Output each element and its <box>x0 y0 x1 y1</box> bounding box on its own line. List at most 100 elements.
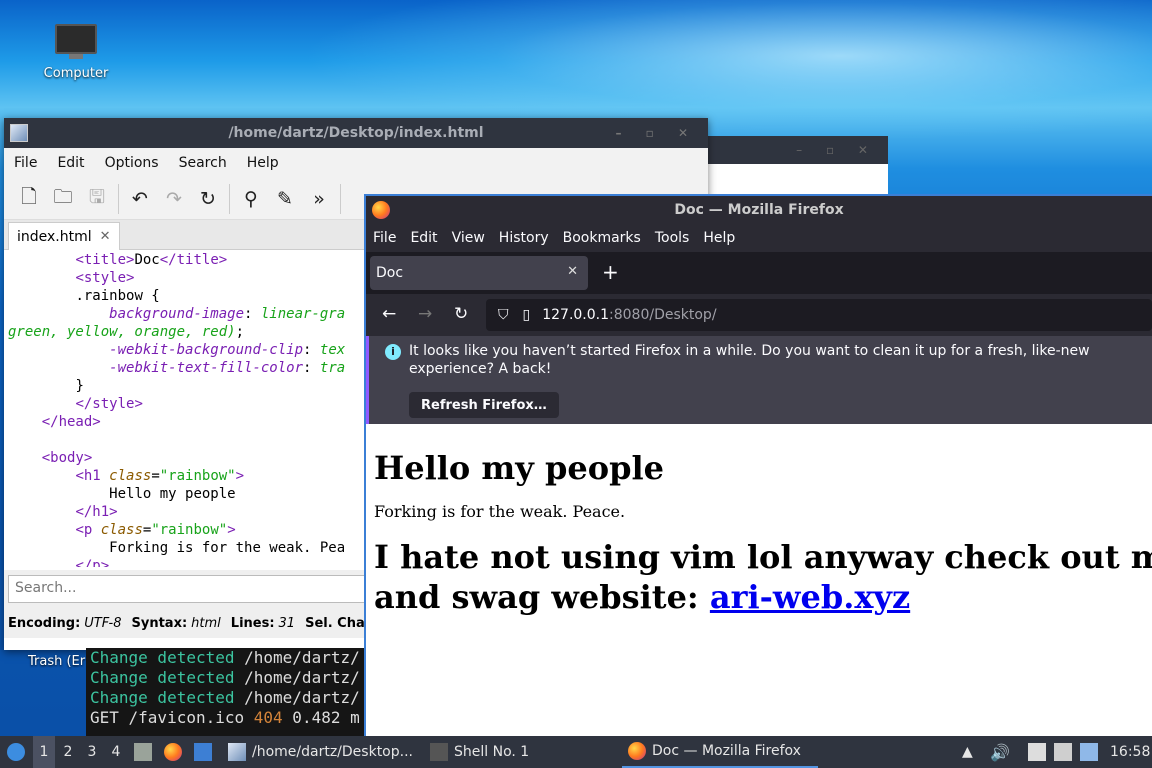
toolbar-divider <box>118 183 119 214</box>
task-firefox[interactable]: Doc — Mozilla Firefox <box>622 736 818 768</box>
terminal-task-icon <box>430 743 448 761</box>
firefox-tabstrip: Doc ✕ + <box>366 252 1152 294</box>
firefox-navbar: ← → ↻ ⛉ ▯ 127.0.0.1:8080/Desktop/ <box>366 294 1152 336</box>
workspace-2[interactable]: 2 <box>57 736 79 768</box>
desktop-icon-computer[interactable]: Computer <box>34 24 118 81</box>
syntax-label: Syntax: <box>131 615 188 631</box>
task-editor[interactable]: /home/dartz/Desktop... <box>222 736 419 768</box>
info-icon: i <box>385 344 401 360</box>
menu-search[interactable]: Search <box>179 155 227 171</box>
clipboard-icon[interactable] <box>1028 736 1046 768</box>
menu-edit[interactable]: Edit <box>57 155 84 171</box>
editor-titlebar[interactable]: /home/dartz/Desktop/index.html – ▫ ✕ <box>4 118 708 148</box>
open-folder-icon[interactable]: 🗀 <box>46 182 80 216</box>
url-path: :8080/Desktop/ <box>609 307 717 323</box>
url-bar[interactable]: ⛉ ▯ 127.0.0.1:8080/Desktop/ <box>486 299 1152 331</box>
lines-label: Lines: <box>230 615 275 631</box>
encoding-value: UTF-8 <box>84 615 122 631</box>
back-arrow-icon[interactable]: ← <box>382 304 396 324</box>
firefox-task-icon <box>628 742 646 760</box>
page-heading-1: Hello my people <box>374 449 664 487</box>
page-paragraph: Forking is for the weak. Peace. <box>374 502 626 521</box>
close-tab-icon[interactable]: ✕ <box>567 264 578 279</box>
page-heading-2: I hate not using vim lol anyway check ou… <box>374 538 1152 616</box>
close-tab-icon[interactable]: ✕ <box>100 229 111 244</box>
menu-help[interactable]: Help <box>247 155 279 171</box>
lines-value: 31 <box>278 615 296 631</box>
show-desktop-icon[interactable] <box>194 736 212 768</box>
find-icon[interactable]: ⚲ <box>234 182 268 216</box>
ff-menu-view[interactable]: View <box>452 230 485 246</box>
file-manager-icon[interactable] <box>134 736 152 768</box>
firefox-logo-icon <box>372 201 390 219</box>
undo-icon[interactable]: ↶ <box>123 182 157 216</box>
ff-menu-edit[interactable]: Edit <box>410 230 437 246</box>
ff-menu-history[interactable]: History <box>499 230 549 246</box>
workspace-1[interactable]: 1 <box>33 736 55 768</box>
url-host: 127.0.0.1 <box>542 307 610 323</box>
terminal-line: GET /favicon.ico 404 0.482 m <box>90 708 360 727</box>
save-icon[interactable]: 🖫 <box>80 182 114 216</box>
terminal-line: Change detected /home/dartz/ <box>90 648 360 667</box>
computer-icon-label: Computer <box>43 66 109 81</box>
firefox-launcher-icon[interactable] <box>164 736 182 768</box>
menu-file[interactable]: File <box>14 155 37 171</box>
background-window[interactable]: – ▫ ✕ <box>706 136 888 196</box>
tab-doc[interactable]: Doc ✕ <box>370 256 588 290</box>
notification-icon[interactable] <box>1080 736 1098 768</box>
refresh-firefox-button[interactable]: Refresh Firefox… <box>409 392 559 418</box>
terminal-window[interactable]: Change detected /home/dartz/Change detec… <box>86 648 376 736</box>
toolbar-divider <box>340 183 341 214</box>
syntax-value: html <box>191 615 221 631</box>
terminal-line: Change detected /home/dartz/ <box>90 668 360 687</box>
more-chevron-icon[interactable]: » <box>302 182 336 216</box>
new-file-icon[interactable]: 🗋 <box>12 182 46 216</box>
firefox-title: Doc — Mozilla Firefox <box>674 202 844 218</box>
redo-icon[interactable]: ↷ <box>157 182 191 216</box>
trash-icon-label: Trash (Er <box>28 654 86 669</box>
ff-menu-tools[interactable]: Tools <box>655 230 690 246</box>
clock[interactable]: 16:58 <box>1110 736 1150 768</box>
firefox-window: Doc — Mozilla Firefox File Edit View His… <box>364 194 1152 736</box>
start-menu-icon[interactable] <box>4 736 28 768</box>
firefox-titlebar[interactable]: Doc — Mozilla Firefox <box>366 196 1152 224</box>
refresh-notification: i It looks like you haven’t started Fire… <box>366 336 1152 424</box>
page-info-icon[interactable]: ▯ <box>523 307 531 323</box>
ari-web-link[interactable]: ari-web.xyz <box>710 578 910 616</box>
editor-task-icon <box>228 743 246 761</box>
forward-arrow-icon[interactable]: → <box>418 304 432 324</box>
ff-menu-help[interactable]: Help <box>703 230 735 246</box>
workspace-4[interactable]: 4 <box>105 736 127 768</box>
tab-label: index.html <box>17 228 92 245</box>
reload-icon[interactable]: ↻ <box>191 182 225 216</box>
editor-title: /home/dartz/Desktop/index.html <box>228 125 484 141</box>
window-controls-icon[interactable]: – ▫ ✕ <box>615 126 698 140</box>
task-firefox-label: Doc — Mozilla Firefox <box>652 743 801 759</box>
page-content: Hello my people Forking is for the weak.… <box>366 428 1152 736</box>
network-icon[interactable] <box>1054 736 1072 768</box>
find-replace-icon[interactable]: ✎ <box>268 182 302 216</box>
menu-options[interactable]: Options <box>105 155 159 171</box>
task-shell[interactable]: Shell No. 1 <box>424 736 535 768</box>
volume-icon[interactable]: 🔊 <box>990 736 1010 768</box>
shield-icon[interactable]: ⛉ <box>498 307 509 323</box>
encoding-label: Encoding: <box>8 615 81 631</box>
workspace-3[interactable]: 3 <box>81 736 103 768</box>
tray-up-arrow-icon[interactable]: ▲ <box>962 736 973 768</box>
taskbar: 1 2 3 4 /home/dartz/Desktop... Shell No.… <box>0 736 1152 768</box>
computer-icon <box>55 24 97 60</box>
task-editor-label: /home/dartz/Desktop... <box>252 744 413 760</box>
firefox-menubar: File Edit View History Bookmarks Tools H… <box>366 224 1152 252</box>
ff-menu-file[interactable]: File <box>373 230 396 246</box>
editor-menubar: File Edit Options Search Help <box>4 148 708 178</box>
task-shell-label: Shell No. 1 <box>454 744 530 760</box>
terminal-line: Change detected /home/dartz/ <box>90 688 360 707</box>
tab-index-html[interactable]: index.html ✕ <box>8 222 120 250</box>
tab-title: Doc <box>376 265 404 281</box>
desktop-icon-trash[interactable]: Trash (Er <box>28 654 85 669</box>
new-tab-icon[interactable]: + <box>602 260 619 284</box>
sel-chars-label: Sel. Char <box>305 615 372 631</box>
reload-icon[interactable]: ↻ <box>454 304 468 324</box>
editor-app-icon <box>10 124 28 142</box>
ff-menu-bookmarks[interactable]: Bookmarks <box>563 230 641 246</box>
